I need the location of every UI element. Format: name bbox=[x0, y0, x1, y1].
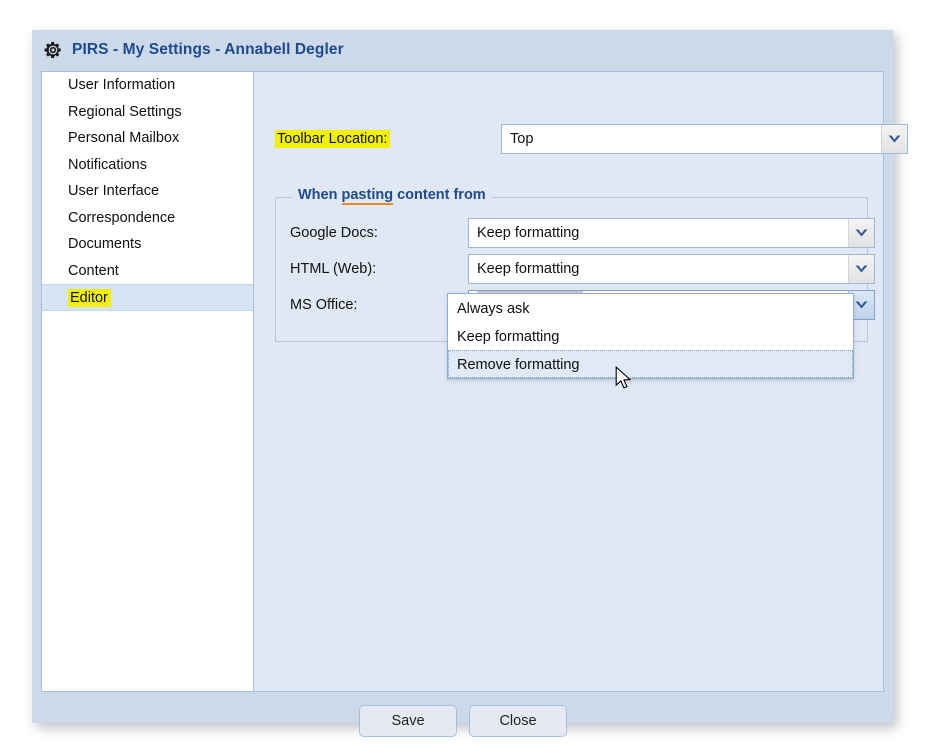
chevron-down-icon[interactable] bbox=[881, 125, 907, 153]
close-button[interactable]: Close bbox=[469, 705, 567, 737]
dropdown-option-keep-formatting[interactable]: Keep formatting bbox=[448, 322, 853, 350]
toolbar-location-value: Top bbox=[510, 125, 533, 153]
sidebar-item-label: Regional Settings bbox=[68, 104, 182, 120]
dropdown-option-label: Keep formatting bbox=[457, 329, 559, 345]
toolbar-location-select[interactable]: Top bbox=[501, 124, 908, 154]
gear-icon bbox=[43, 40, 63, 60]
sidebar-item-user-interface[interactable]: User Interface bbox=[42, 178, 254, 205]
dropdown-option-remove-formatting[interactable]: Remove formatting bbox=[448, 350, 853, 378]
sidebar-item-user-information[interactable]: User Information bbox=[42, 72, 254, 99]
toolbar-location-row: Toolbar Location: Top bbox=[275, 123, 865, 155]
sidebar-item-label: Documents bbox=[68, 236, 141, 252]
sidebar-item-regional-settings[interactable]: Regional Settings bbox=[42, 99, 254, 126]
misspelled-word: pasting bbox=[342, 187, 394, 205]
sidebar-item-correspondence[interactable]: Correspondence bbox=[42, 205, 254, 232]
settings-category-list[interactable]: User Information Regional Settings Perso… bbox=[41, 71, 255, 692]
sidebar-item-editor[interactable]: Editor bbox=[42, 284, 254, 311]
settings-detail-panel: Toolbar Location: Top When pasting conte… bbox=[253, 71, 884, 692]
sidebar-item-label: Notifications bbox=[68, 157, 147, 173]
sidebar-item-label: User Interface bbox=[68, 183, 159, 199]
paste-settings-legend: When pasting content from bbox=[292, 187, 492, 203]
google-docs-value: Keep formatting bbox=[477, 219, 579, 247]
google-docs-row: Google Docs: Keep formatting bbox=[290, 218, 855, 250]
sidebar-item-documents[interactable]: Documents bbox=[42, 231, 254, 258]
sidebar-item-label: Editor bbox=[68, 289, 111, 307]
ms-office-label: MS Office: bbox=[290, 290, 357, 320]
dropdown-option-label: Remove formatting bbox=[457, 357, 580, 373]
html-web-select[interactable]: Keep formatting bbox=[468, 254, 875, 284]
toolbar-location-label: Toolbar Location: bbox=[275, 123, 390, 155]
sidebar-item-personal-mailbox[interactable]: Personal Mailbox bbox=[42, 125, 254, 152]
ms-office-dropdown-list[interactable]: Always ask Keep formatting Remove format… bbox=[447, 293, 854, 379]
sidebar-item-label: User Information bbox=[68, 77, 175, 93]
html-web-label: HTML (Web): bbox=[290, 254, 376, 284]
sidebar-item-label: Correspondence bbox=[68, 210, 175, 226]
sidebar-item-label: Content bbox=[68, 263, 119, 279]
chevron-down-icon[interactable] bbox=[848, 255, 874, 283]
sidebar-item-label: Personal Mailbox bbox=[68, 130, 179, 146]
html-web-row: HTML (Web): Keep formatting bbox=[290, 254, 855, 286]
dropdown-option-label: Always ask bbox=[457, 301, 530, 317]
google-docs-select[interactable]: Keep formatting bbox=[468, 218, 875, 248]
window-title: PIRS - My Settings - Annabell Degler bbox=[72, 41, 344, 59]
window-footer: Save Close bbox=[32, 694, 893, 723]
chevron-down-icon[interactable] bbox=[848, 219, 874, 247]
html-web-value: Keep formatting bbox=[477, 255, 579, 283]
window-title-bar: PIRS - My Settings - Annabell Degler bbox=[32, 30, 893, 70]
sidebar-item-content[interactable]: Content bbox=[42, 258, 254, 285]
google-docs-label: Google Docs: bbox=[290, 218, 378, 248]
sidebar-item-notifications[interactable]: Notifications bbox=[42, 152, 254, 179]
save-button[interactable]: Save bbox=[359, 705, 457, 737]
dropdown-option-always-ask[interactable]: Always ask bbox=[448, 294, 853, 322]
